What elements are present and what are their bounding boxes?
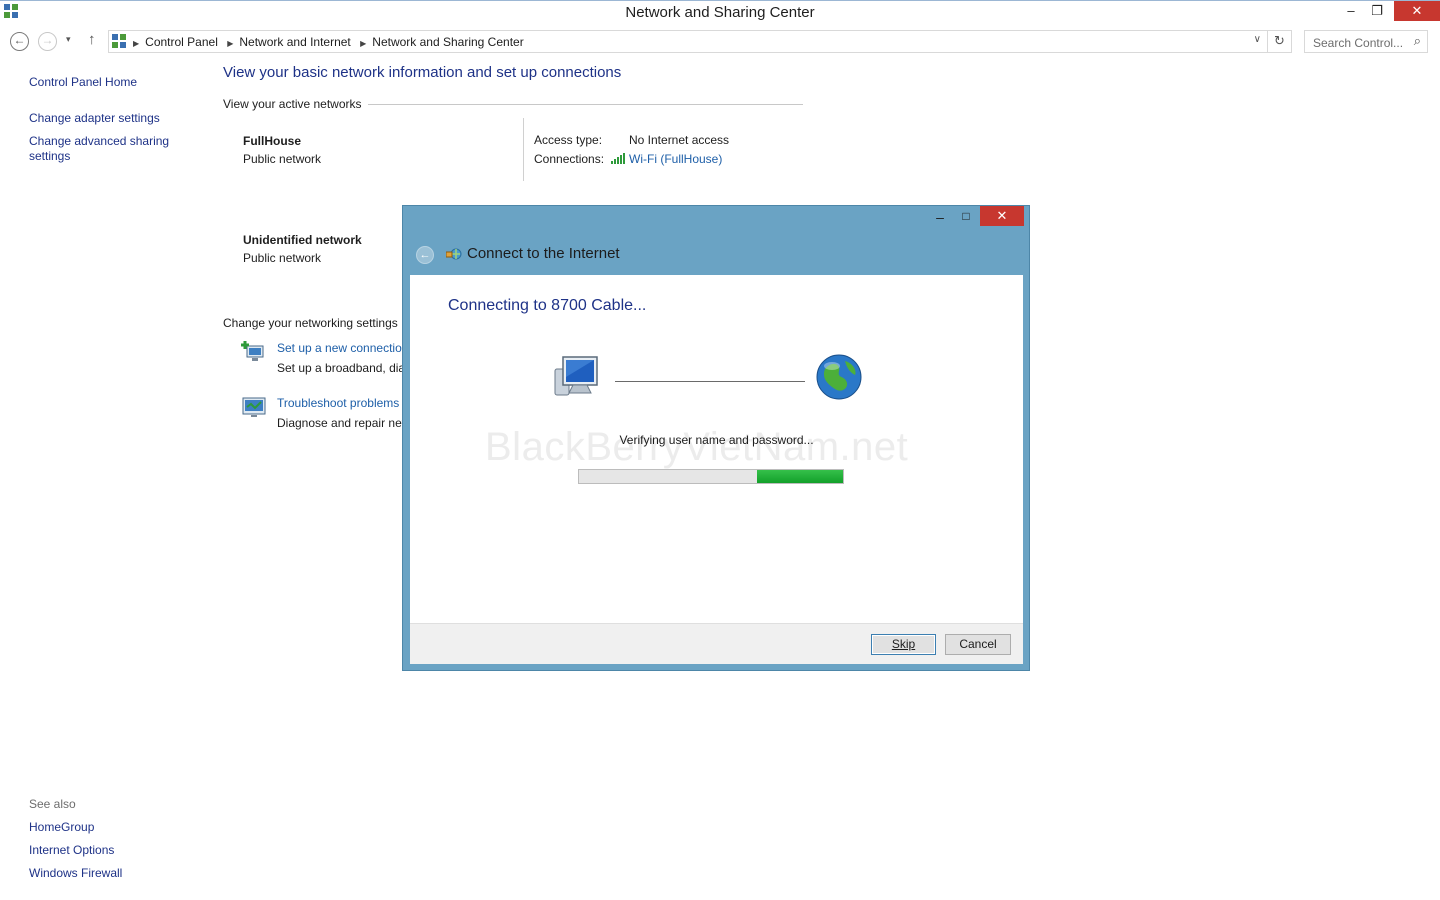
connection-progress-bar bbox=[578, 469, 844, 484]
setup-new-connection-link[interactable]: Set up a new connectio bbox=[277, 341, 402, 355]
internet-options-link[interactable]: Internet Options bbox=[29, 843, 114, 858]
connect-dialog: – □ ✕ ← Connect to the Internet Connecti… bbox=[402, 205, 1030, 671]
connections-label: Connections: bbox=[534, 152, 605, 166]
search-icon[interactable]: ⌕ bbox=[1414, 33, 1421, 49]
recent-locations-button[interactable]: ▾ bbox=[66, 34, 71, 45]
skip-button-label: Skip bbox=[891, 637, 916, 651]
breadcrumb-separator-icon[interactable]: ▶ bbox=[133, 39, 139, 48]
breadcrumb-network-and-sharing-center[interactable]: Network and Sharing Center bbox=[372, 35, 523, 49]
address-dropdown-icon[interactable]: ∨ bbox=[1254, 34, 1261, 45]
network-name: Unidentified network bbox=[243, 233, 362, 247]
network-name: FullHouse bbox=[243, 134, 302, 148]
dialog-close-button[interactable]: ✕ bbox=[980, 206, 1024, 226]
window-title: Network and Sharing Center bbox=[625, 4, 815, 21]
internet-connection-icon bbox=[446, 248, 462, 260]
network-divider bbox=[523, 118, 524, 181]
connection-line bbox=[615, 381, 805, 382]
active-networks-heading: View your active networks bbox=[223, 97, 362, 111]
homegroup-link[interactable]: HomeGroup bbox=[29, 820, 94, 835]
progress-fill bbox=[757, 470, 843, 483]
wifi-connection-link[interactable]: Wi-Fi (FullHouse) bbox=[629, 152, 722, 166]
access-type-label: Access type: bbox=[534, 133, 603, 147]
breadcrumb-network-and-internet[interactable]: Network and Internet bbox=[239, 35, 350, 49]
dialog-minimize-button[interactable]: – bbox=[930, 209, 950, 227]
new-connection-icon bbox=[241, 341, 264, 361]
control-panel-home-link[interactable]: Control Panel Home bbox=[29, 75, 137, 90]
breadcrumb-control-panel[interactable]: Control Panel bbox=[145, 35, 218, 49]
dialog-title: Connect to the Internet bbox=[467, 245, 620, 262]
change-settings-heading: Change your networking settings bbox=[223, 316, 398, 330]
search-placeholder: Search Control... bbox=[1313, 36, 1404, 50]
forward-button[interactable]: → bbox=[38, 32, 57, 51]
back-button[interactable]: ← bbox=[10, 32, 29, 51]
watermark-text: BlackBerryVietNam.net bbox=[485, 425, 909, 469]
network-type[interactable]: Public network bbox=[243, 152, 321, 166]
dialog-maximize-button[interactable]: □ bbox=[956, 209, 976, 227]
troubleshoot-problems-link[interactable]: Troubleshoot problems bbox=[277, 396, 399, 410]
address-bar[interactable]: ▶ Control Panel ▶ Network and Internet ▶ Ne… bbox=[108, 30, 1268, 53]
breadcrumb-separator-icon[interactable]: ▶ bbox=[227, 39, 233, 48]
wifi-signal-icon bbox=[611, 153, 625, 164]
breadcrumb: ▶ Control Panel ▶ Network and Internet ▶ Ne… bbox=[133, 35, 530, 49]
control-panel-icon bbox=[112, 34, 126, 48]
search-input[interactable]: Search Control... ⌕ bbox=[1304, 30, 1428, 53]
access-type-value: No Internet access bbox=[629, 133, 730, 147]
close-button[interactable]: ✕ bbox=[1394, 1, 1440, 21]
cancel-button[interactable]: Cancel bbox=[945, 634, 1011, 655]
troubleshoot-description: Diagnose and repair net bbox=[277, 416, 406, 430]
dialog-body: Connecting to 8700 Cable... BlackBerryVi… bbox=[410, 275, 1023, 623]
section-divider bbox=[368, 104, 803, 105]
change-adapter-settings-link[interactable]: Change adapter settings bbox=[29, 111, 160, 126]
breadcrumb-separator-icon[interactable]: ▶ bbox=[360, 39, 366, 48]
see-also-heading: See also bbox=[29, 797, 76, 811]
dialog-back-button[interactable]: ← bbox=[416, 246, 434, 264]
skip-button[interactable]: Skip bbox=[871, 634, 936, 655]
setup-new-connection-description: Set up a broadband, dia bbox=[277, 361, 406, 375]
computer-icon bbox=[554, 356, 598, 396]
page-title: View your basic network information and … bbox=[223, 64, 622, 81]
network-type[interactable]: Public network bbox=[243, 251, 321, 265]
troubleshoot-icon bbox=[242, 397, 266, 417]
globe-icon bbox=[816, 354, 862, 400]
dialog-footer: Skip Cancel bbox=[410, 623, 1023, 664]
change-advanced-sharing-settings-link[interactable]: Change advanced sharing settings bbox=[29, 134, 179, 164]
verification-status: Verifying user name and password... bbox=[619, 433, 814, 447]
refresh-button[interactable]: ↻ bbox=[1268, 30, 1292, 53]
windows-firewall-link[interactable]: Windows Firewall bbox=[29, 866, 122, 881]
connecting-heading: Connecting to 8700 Cable... bbox=[448, 297, 647, 314]
restore-button[interactable]: ❐ bbox=[1362, 1, 1392, 21]
window-titlebar: Network and Sharing Center – ❐ ✕ bbox=[0, 0, 1440, 23]
navigation-bar: ← → ▾ ↑ ▶ Control Panel ▶ Network and Inte… bbox=[0, 28, 1440, 54]
up-button[interactable]: ↑ bbox=[88, 31, 96, 48]
